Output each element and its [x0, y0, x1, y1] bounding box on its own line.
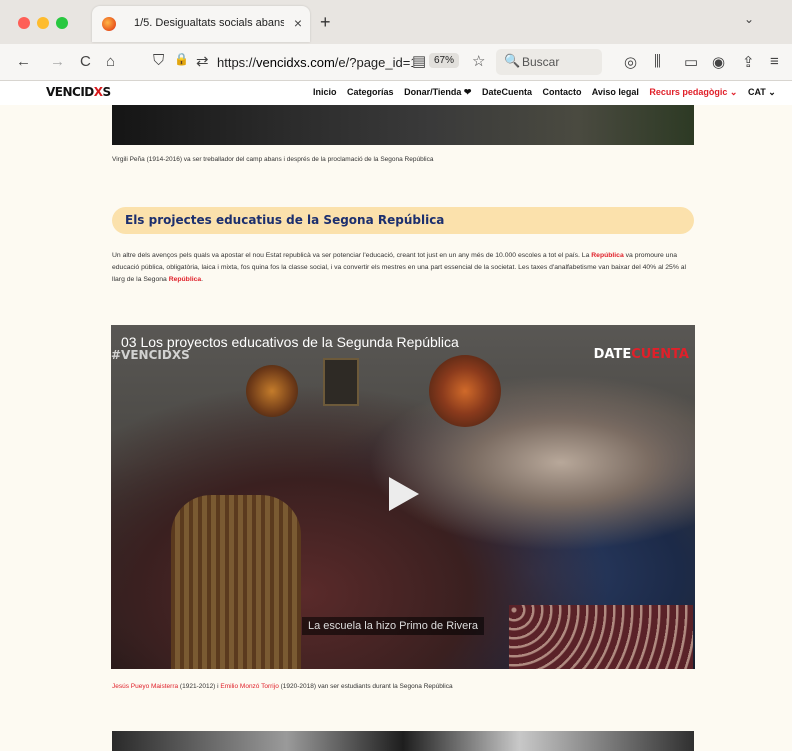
pocket-icon[interactable]: ◎ [624, 53, 637, 71]
reload-icon[interactable]: C [80, 53, 91, 70]
new-tab-button[interactable]: + [320, 12, 331, 33]
language-selector[interactable]: CAT ⌄ [748, 87, 776, 97]
search-icon: 🔍 [504, 53, 521, 68]
video-caption: Jesús Pueyo Maisterra (1921-2012) i Emil… [112, 683, 453, 690]
nav-item-aviso-legal[interactable]: Aviso legal [592, 87, 639, 97]
video-player[interactable]: 03 Los proyectos educativos de la Segund… [111, 325, 695, 669]
person-link[interactable]: Emilio Monzó Torrijo [220, 683, 278, 690]
browser-tab[interactable]: 1/5. Desigualtats socials abans y du × [92, 6, 310, 42]
lock-icon[interactable]: 🔒 [174, 52, 189, 66]
maximize-window-button[interactable] [56, 17, 68, 29]
zoom-level[interactable]: 67% [429, 53, 460, 68]
site-header: VENCIDXS Inicio Categorías Donar/Tienda … [0, 81, 792, 105]
permissions-icon[interactable]: ⇄ [196, 52, 209, 70]
forward-icon[interactable]: → [50, 53, 65, 70]
section-heading-box: Els projectes educatius de la Segona Rep… [112, 207, 694, 234]
app-menu-icon[interactable]: ≡ [770, 53, 779, 70]
firefox-favicon-icon [102, 17, 116, 31]
body-paragraph: Un altre dels avenços pels quals va apos… [112, 252, 687, 283]
video-subtitle: La escuela la hizo Primo de Rivera [302, 617, 484, 635]
sidebar-icon[interactable]: ▭ [684, 53, 698, 71]
wicker-chair [171, 495, 301, 669]
reader-view-icon[interactable]: ▤ [412, 52, 426, 70]
back-icon[interactable]: ← [16, 53, 31, 70]
site-nav-menu: Inicio Categorías Donar/Tienda ❤ DateCue… [313, 87, 784, 98]
close-window-button[interactable] [18, 17, 30, 29]
archive-photo [112, 105, 694, 145]
shield-icon[interactable]: ⛉ [153, 52, 164, 69]
extension-icon[interactable]: ◉ [712, 53, 725, 71]
nav-item-categorias[interactable]: Categorías [347, 87, 394, 97]
browser-nav-bar: ← → C ⌂ ⛉ 🔒 ⇄ https://vencidxs.com/e/?pa… [0, 44, 792, 81]
address-bar[interactable]: ⛉ 🔒 ⇄ https://vencidxs.com/e/?page_id=16… [150, 49, 490, 75]
republica-link[interactable]: República [169, 276, 201, 283]
url-text[interactable]: https://vencidxs.com/e/?page_id=16 [217, 55, 413, 70]
site-logo[interactable]: VENCIDXS [46, 85, 111, 99]
nav-item-contacto[interactable]: Contacto [543, 87, 582, 97]
home-icon[interactable]: ⌂ [106, 53, 115, 70]
search-placeholder: Buscar [522, 55, 560, 69]
play-icon[interactable] [389, 477, 419, 511]
tab-title: 1/5. Desigualtats socials abans y du [134, 17, 284, 29]
browser-tab-bar: 1/5. Desigualtats socials abans y du × +… [0, 0, 792, 44]
tab-list-icon[interactable]: ⌄ [744, 12, 754, 26]
search-field[interactable]: 🔍 Buscar [496, 49, 602, 75]
wall-plate [246, 365, 298, 417]
datecuenta-logo: DATECUENTA [593, 347, 689, 362]
close-tab-icon[interactable]: × [294, 15, 302, 31]
chair-back [509, 605, 693, 669]
photo-caption: Virgili Peña (1914-2016) va ser treballa… [112, 156, 434, 163]
nav-item-inicio[interactable]: Inicio [313, 87, 337, 97]
minimize-window-button[interactable] [37, 17, 49, 29]
nav-item-donar[interactable]: Donar/Tienda ❤ [404, 87, 471, 97]
wall-plate [429, 355, 501, 427]
wall-frame [323, 358, 359, 406]
bookmark-star-icon[interactable]: ☆ [472, 52, 485, 70]
nav-item-datecuenta[interactable]: DateCuenta [482, 87, 532, 97]
next-video-thumbnail[interactable] [112, 731, 694, 751]
republica-link[interactable]: República [591, 252, 623, 259]
nav-item-recurs-pedagogic[interactable]: Recurs pedagògic ⌄ [649, 87, 737, 97]
video-hashtag: #VENCIDXS [111, 348, 190, 362]
section-heading: Els projectes educatius de la Segona Rep… [125, 213, 445, 227]
person-link[interactable]: Jesús Pueyo Maisterra [112, 683, 178, 690]
library-icon[interactable]: ⫼ [654, 53, 661, 70]
share-icon[interactable]: ⇪ [742, 53, 755, 71]
